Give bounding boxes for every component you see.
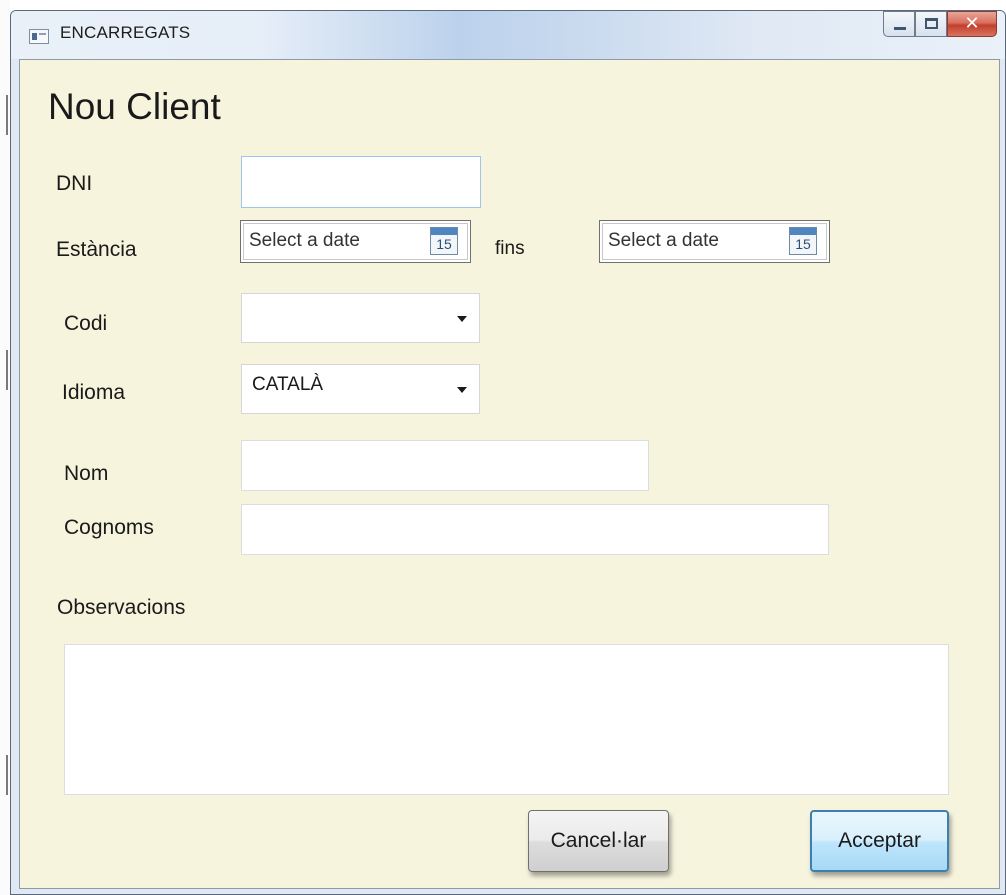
date-from-picker[interactable]: Select a date 15 xyxy=(240,220,471,263)
calendar-day-number: 15 xyxy=(795,236,811,252)
calendar-header xyxy=(431,228,457,235)
edge-mark xyxy=(6,755,8,795)
date-to-placeholder[interactable]: Select a date xyxy=(608,230,719,252)
dni-field[interactable] xyxy=(241,156,481,208)
calendar-icon[interactable]: 15 xyxy=(789,227,817,255)
chevron-down-icon xyxy=(457,387,467,393)
date-to-picker[interactable]: Select a date 15 xyxy=(599,220,830,263)
desktop-left-edge xyxy=(0,0,10,895)
nom-label: Nom xyxy=(64,462,109,485)
close-icon: ✕ xyxy=(964,13,980,34)
calendar-header xyxy=(790,228,816,235)
estancia-label: Estància xyxy=(56,238,137,261)
title-bar[interactable]: ENCARREGATS ✕ xyxy=(11,11,1005,59)
idioma-dropdown[interactable]: CATALÀ xyxy=(241,364,480,414)
codi-label: Codi xyxy=(64,312,108,335)
caption-buttons: ✕ xyxy=(883,11,997,39)
date-from-placeholder[interactable]: Select a date xyxy=(249,230,360,252)
observacions-label: Observacions xyxy=(57,596,186,619)
idioma-label: Idioma xyxy=(62,381,126,404)
cognoms-label: Cognoms xyxy=(64,516,154,539)
page-title: Nou Client xyxy=(48,86,221,127)
close-button[interactable]: ✕ xyxy=(947,11,997,37)
window-app-icon[interactable] xyxy=(29,29,49,44)
maximize-icon xyxy=(925,18,938,29)
window-title: ENCARREGATS xyxy=(60,23,191,42)
nom-field[interactable] xyxy=(241,440,649,491)
fins-label: fins xyxy=(495,238,525,259)
cognoms-field[interactable] xyxy=(241,504,829,555)
codi-dropdown[interactable] xyxy=(241,293,480,343)
calendar-day-number: 15 xyxy=(436,236,452,252)
calendar-icon[interactable]: 15 xyxy=(430,227,458,255)
edge-mark xyxy=(6,95,8,135)
idioma-selected-value: CATALÀ xyxy=(252,374,324,395)
minimize-icon xyxy=(894,27,906,30)
accept-button[interactable]: Acceptar xyxy=(810,810,949,872)
edge-mark xyxy=(6,350,8,390)
maximize-button[interactable] xyxy=(915,11,947,37)
chevron-down-icon xyxy=(457,316,467,322)
cancel-button[interactable]: Cancel·lar xyxy=(528,810,669,872)
minimize-button[interactable] xyxy=(883,11,915,37)
dni-label: DNI xyxy=(56,172,93,195)
observacions-textarea[interactable] xyxy=(64,644,949,795)
